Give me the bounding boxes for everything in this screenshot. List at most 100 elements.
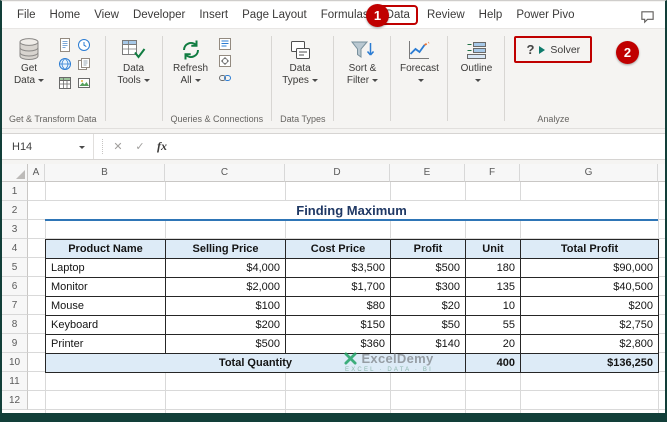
column-header-a[interactable]: A — [28, 164, 45, 182]
table-cell[interactable]: $40,500 — [521, 278, 659, 297]
sort-filter-label-2: Filter — [346, 74, 370, 86]
tab-help[interactable]: Help — [472, 4, 510, 26]
row-header[interactable]: 11 — [2, 372, 28, 391]
queries-connections-button[interactable] — [218, 37, 232, 51]
row-header[interactable]: 9 — [2, 334, 28, 353]
tab-home[interactable]: Home — [43, 4, 88, 26]
data-tools-button[interactable]: Data Tools — [109, 34, 159, 89]
column-header-g[interactable]: G — [520, 164, 658, 182]
enter-icon[interactable]: ✓ — [129, 140, 151, 153]
insert-function-icon[interactable]: fx — [151, 139, 173, 154]
table-cell[interactable]: Mouse — [46, 297, 166, 316]
table-cell[interactable]: 20 — [466, 335, 521, 354]
from-text-csv-button[interactable] — [56, 36, 74, 54]
table-cell[interactable]: $20 — [391, 297, 466, 316]
outline-button[interactable]: Outline — [451, 34, 501, 89]
tab-review[interactable]: Review — [420, 4, 472, 26]
name-box-dropdown-icon[interactable] — [79, 146, 85, 149]
table-cell[interactable]: $80 — [286, 297, 391, 316]
table-cell[interactable]: 180 — [466, 259, 521, 278]
table-header-cell[interactable]: Cost Price — [286, 240, 391, 259]
properties-button[interactable] — [218, 54, 232, 68]
select-all-corner[interactable] — [2, 164, 28, 182]
table-cell[interactable]: $1,700 — [286, 278, 391, 297]
table-cell[interactable]: $2,000 — [166, 278, 286, 297]
row-header[interactable]: 1 — [2, 182, 28, 201]
table-cell[interactable]: $90,000 — [521, 259, 659, 278]
table-cell[interactable]: $50 — [391, 316, 466, 335]
row-header[interactable]: 3 — [2, 220, 28, 239]
table-cell[interactable]: 135 — [466, 278, 521, 297]
table-cell[interactable]: $500 — [391, 259, 466, 278]
sheet-title[interactable]: Finding Maximum — [45, 201, 658, 221]
forecast-button[interactable]: Forecast — [394, 34, 444, 89]
table-cell[interactable]: $140 — [391, 335, 466, 354]
table-cell[interactable]: $3,500 — [286, 259, 391, 278]
table-cell[interactable]: $200 — [166, 316, 286, 335]
row-header[interactable]: 10 — [2, 353, 28, 372]
sort-filter-label-1: Sort & — [348, 63, 377, 74]
sort-filter-button[interactable]: Sort & Filter — [337, 34, 387, 89]
table-cell[interactable]: $2,800 — [521, 335, 659, 354]
comment-icon[interactable] — [638, 7, 665, 24]
table-cell[interactable]: $4,000 — [166, 259, 286, 278]
table-header-cell[interactable]: Product Name — [46, 240, 166, 259]
annotation-step-1: 1 — [366, 4, 389, 27]
tab-page-layout[interactable]: Page Layout — [235, 4, 314, 26]
data-types-button[interactable]: Data Types — [275, 34, 325, 89]
table-cell[interactable]: $100 — [166, 297, 286, 316]
table-cell[interactable]: Printer — [46, 335, 166, 354]
table-header-cell[interactable]: Selling Price — [166, 240, 286, 259]
tab-power-pivot[interactable]: Power Pivo — [509, 4, 581, 26]
row-header[interactable]: 5 — [2, 258, 28, 277]
table-cell[interactable]: $500 — [166, 335, 286, 354]
recent-sources-button[interactable] — [75, 36, 93, 54]
table-cell[interactable]: Monitor — [46, 278, 166, 297]
row-header[interactable]: 8 — [2, 315, 28, 334]
row-header[interactable]: 12 — [2, 391, 28, 410]
row-header[interactable]: 4 — [2, 239, 28, 258]
total-profit-cell[interactable]: $136,250 — [521, 354, 659, 373]
table-cell[interactable]: $150 — [286, 316, 391, 335]
row-header[interactable]: 7 — [2, 296, 28, 315]
solver-button[interactable]: ? Solver — [514, 36, 593, 63]
table-header-cell[interactable]: Total Profit — [521, 240, 659, 259]
group-divider — [104, 36, 106, 121]
column-header-f[interactable]: F — [465, 164, 520, 182]
table-header-cell[interactable]: Profit — [391, 240, 466, 259]
table-cell[interactable]: 55 — [466, 316, 521, 335]
table-cell[interactable]: $2,750 — [521, 316, 659, 335]
tab-view[interactable]: View — [87, 4, 126, 26]
column-header-c[interactable]: C — [165, 164, 285, 182]
tab-insert[interactable]: Insert — [192, 4, 235, 26]
refresh-all-button[interactable]: Refresh All — [166, 34, 216, 89]
formula-input[interactable] — [173, 134, 665, 159]
table-cell[interactable]: 10 — [466, 297, 521, 316]
table-cell[interactable]: $300 — [391, 278, 466, 297]
cancel-icon[interactable]: ✕ — [107, 140, 129, 153]
table-cell[interactable]: Laptop — [46, 259, 166, 278]
from-table-range-button[interactable] — [56, 74, 74, 92]
tab-file[interactable]: File — [10, 4, 43, 26]
data-types-icon — [289, 36, 312, 63]
formula-bar-handle[interactable] — [94, 139, 103, 154]
get-data-button[interactable]: Get Data — [4, 34, 54, 89]
table-header-cell[interactable]: Unit — [466, 240, 521, 259]
from-web-button[interactable] — [56, 55, 74, 73]
total-quantity-label-cell[interactable]: Total Quantity — [46, 354, 466, 373]
existing-connections-button[interactable] — [75, 55, 93, 73]
row-header[interactable]: 6 — [2, 277, 28, 296]
total-unit-cell[interactable]: 400 — [466, 354, 521, 373]
table-cell[interactable]: Keyboard — [46, 316, 166, 335]
name-box[interactable]: H14 — [2, 134, 94, 159]
from-picture-button[interactable] — [75, 74, 93, 92]
grid-area[interactable]: Finding Maximum Product Name Selling Pri… — [28, 182, 665, 413]
tab-developer[interactable]: Developer — [126, 4, 192, 26]
column-header-b[interactable]: B — [45, 164, 165, 182]
column-header-d[interactable]: D — [285, 164, 390, 182]
table-cell[interactable]: $200 — [521, 297, 659, 316]
edit-links-button[interactable] — [218, 71, 232, 85]
column-header-e[interactable]: E — [390, 164, 465, 182]
table-cell[interactable]: $360 — [286, 335, 391, 354]
row-header[interactable]: 2 — [2, 201, 28, 220]
